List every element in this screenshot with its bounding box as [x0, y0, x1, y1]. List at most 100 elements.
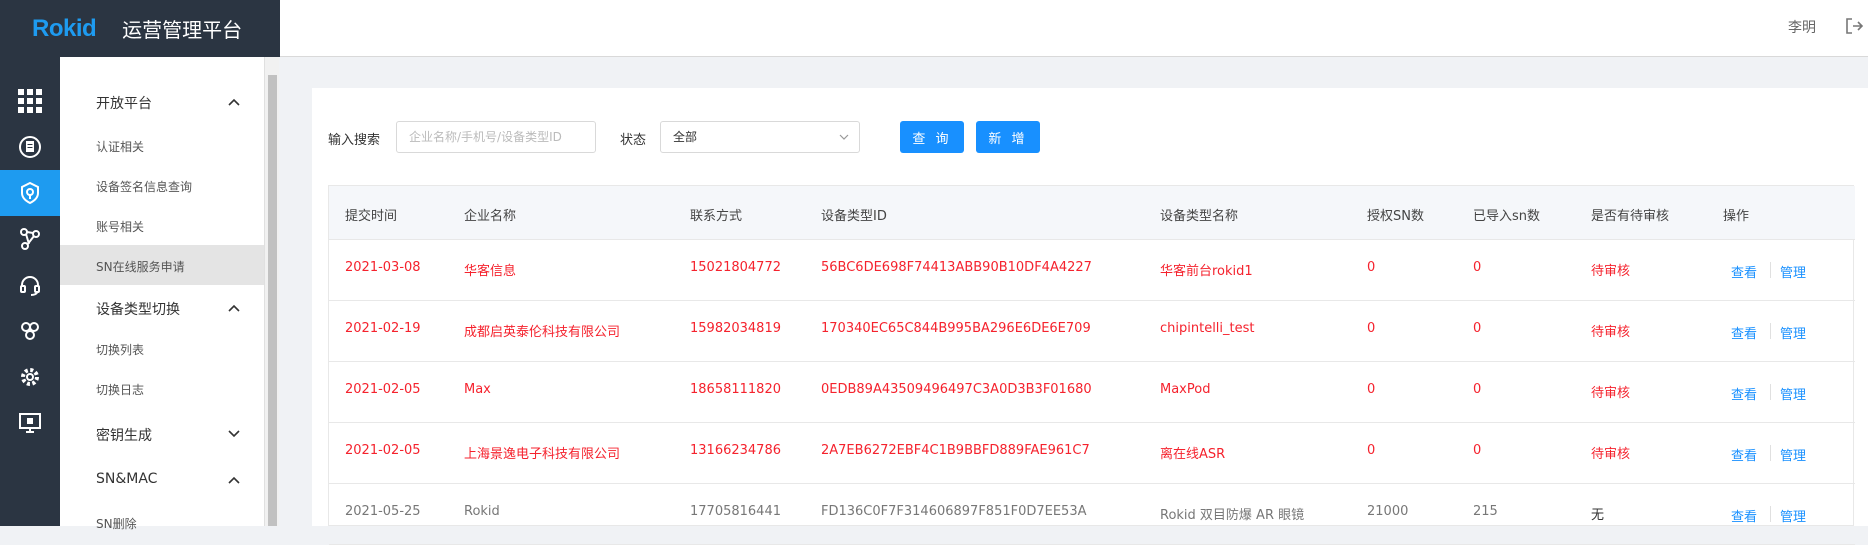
chevron-up-icon[interactable] [228, 304, 240, 312]
cell-pending: 待审核 [1591, 264, 1631, 279]
icon-sidebar [0, 57, 60, 526]
user-name[interactable]: 李明 [1788, 17, 1816, 37]
cell-contact: 15021804772 [690, 260, 781, 275]
menu-group-device-type-switch[interactable]: 设备类型切换 [96, 299, 180, 319]
view-link[interactable]: 查看 [1731, 506, 1757, 525]
manage-link[interactable]: 管理 [1780, 384, 1806, 403]
logout-icon[interactable] [1844, 16, 1864, 36]
menu-scrollbar[interactable] [264, 57, 279, 526]
cell-imported-sn: 0 [1473, 260, 1482, 275]
grid-icon[interactable] [0, 78, 60, 124]
status-select[interactable]: 全部 [660, 121, 860, 153]
menu-item-device-signature[interactable]: 设备签名信息查询 [96, 178, 192, 195]
menu-group-open-platform[interactable]: 开放平台 [96, 93, 152, 113]
molecule-icon[interactable] [0, 308, 60, 354]
cell-time: 2021-02-05 [345, 382, 421, 397]
cell-type-id: FD136C0F7F314606897F851F0D7EE53A [821, 504, 1087, 519]
menu-item-auth[interactable]: 认证相关 [96, 138, 144, 155]
col-company: 企业名称 [464, 209, 517, 224]
chevron-up-icon[interactable] [228, 476, 240, 484]
cell-time: 2021-02-19 [345, 321, 421, 336]
cell-type-name: MaxPod [1160, 382, 1211, 397]
chevron-down-icon[interactable] [228, 430, 240, 438]
cell-company: 华客信息 [464, 264, 517, 279]
action-divider [1770, 262, 1771, 278]
action-divider [1770, 323, 1771, 339]
cell-imported-sn: 215 [1473, 504, 1498, 519]
monitor-icon[interactable] [0, 400, 60, 446]
add-button[interactable]: 新 增 [976, 121, 1040, 153]
col-imported-sn: 已导入sn数 [1473, 209, 1541, 224]
cell-company: 成都启英泰伦科技有限公司 [464, 325, 621, 340]
col-submit-time: 提交时间 [345, 209, 398, 224]
document-icon[interactable] [0, 124, 60, 170]
search-label: 输入搜索 [328, 133, 381, 148]
cell-contact: 17705816441 [690, 504, 781, 519]
cell-pending: 无 [1591, 508, 1605, 523]
cell-company: Rokid [464, 504, 500, 519]
rokid-logo[interactable]: Rokid [32, 15, 97, 43]
cell-type-id: 0EDB89A43509496497C3A0D3B3F01680 [821, 382, 1092, 397]
menu-item-sn-online[interactable]: SN在线服务申请 [96, 258, 185, 275]
cell-pending: 待审核 [1591, 386, 1631, 401]
chevron-down-icon [839, 134, 849, 140]
cell-type-name: Rokid 双目防爆 AR 眼镜 [1160, 508, 1305, 523]
cell-type-id: 170340EC65C844B995BA296E6DE6E709 [821, 321, 1091, 336]
cell-pending: 待审核 [1591, 325, 1631, 340]
col-contact: 联系方式 [690, 209, 743, 224]
search-input[interactable]: 企业名称/手机号/设备类型ID [396, 121, 596, 153]
view-link[interactable]: 查看 [1731, 445, 1757, 464]
menu-group-key-gen[interactable]: 密钥生成 [96, 425, 152, 445]
cell-time: 2021-02-05 [345, 443, 421, 458]
manage-link[interactable]: 管理 [1780, 445, 1806, 464]
action-divider [1770, 445, 1771, 461]
headset-icon[interactable] [0, 262, 60, 308]
chevron-up-icon[interactable] [228, 98, 240, 106]
cell-contact: 13166234786 [690, 443, 781, 458]
cell-type-name: 华客前台rokid1 [1160, 264, 1253, 279]
menu-item-account[interactable]: 账号相关 [96, 218, 144, 235]
view-link[interactable]: 查看 [1731, 384, 1757, 403]
cell-auth-sn: 0 [1367, 321, 1376, 336]
cell-auth-sn: 0 [1367, 382, 1376, 397]
col-type-id: 设备类型ID [821, 209, 887, 224]
scrollbar-thumb[interactable] [268, 75, 277, 526]
cell-type-name: chipintelli_test [1160, 321, 1255, 336]
cell-contact: 18658111820 [690, 382, 781, 397]
cell-imported-sn: 0 [1473, 321, 1482, 336]
menu-item-switch-log[interactable]: 切换日志 [96, 381, 144, 398]
view-link[interactable]: 查看 [1731, 262, 1757, 281]
table-row: 2021-03-08 华客信息 15021804772 56BC6DE698F7… [329, 240, 1855, 301]
col-actions: 操作 [1723, 209, 1750, 224]
brand-area: Rokid 运营管理平台 [0, 0, 280, 57]
top-bar: Rokid 运营管理平台 李明 [0, 0, 1868, 57]
gear-icon[interactable] [0, 354, 60, 400]
shield-icon[interactable] [0, 170, 60, 216]
cell-pending: 待审核 [1591, 447, 1631, 462]
cell-auth-sn: 21000 [1367, 504, 1409, 519]
cell-type-name: 离在线ASR [1160, 447, 1226, 462]
manage-link[interactable]: 管理 [1780, 323, 1806, 342]
status-select-value: 全部 [673, 130, 698, 144]
view-link[interactable]: 查看 [1731, 323, 1757, 342]
table-header: 提交时间 企业名称 联系方式 设备类型ID 设备类型名称 授权SN数 已导入sn… [329, 186, 1855, 240]
manage-link[interactable]: 管理 [1780, 506, 1806, 525]
cell-imported-sn: 0 [1473, 382, 1482, 397]
table-row: 2021-05-25 Rokid 17705816441 FD136C0F7F3… [329, 484, 1855, 545]
app-title: 运营管理平台 [122, 18, 243, 42]
cell-auth-sn: 0 [1367, 260, 1376, 275]
query-button[interactable]: 查 询 [900, 121, 964, 153]
manage-link[interactable]: 管理 [1780, 262, 1806, 281]
cell-time: 2021-05-25 [345, 504, 421, 519]
action-divider [1770, 506, 1771, 522]
table-row: 2021-02-05 上海景逸电子科技有限公司 13166234786 2A7E… [329, 423, 1855, 484]
cell-type-id: 2A7EB6272EBF4C1B9BBFD889FAE961C7 [821, 443, 1090, 458]
menu-group-sn-mac[interactable]: SN&MAC [96, 471, 157, 487]
cell-imported-sn: 0 [1473, 443, 1482, 458]
share-nodes-icon[interactable] [0, 216, 60, 262]
table-row: 2021-02-05 Max 18658111820 0EDB89A435094… [329, 362, 1855, 423]
col-type-name: 设备类型名称 [1160, 209, 1239, 224]
menu-item-switch-list[interactable]: 切换列表 [96, 341, 144, 358]
cell-company: 上海景逸电子科技有限公司 [464, 447, 621, 462]
menu-item-sn-delete[interactable]: SN删除 [96, 515, 137, 532]
